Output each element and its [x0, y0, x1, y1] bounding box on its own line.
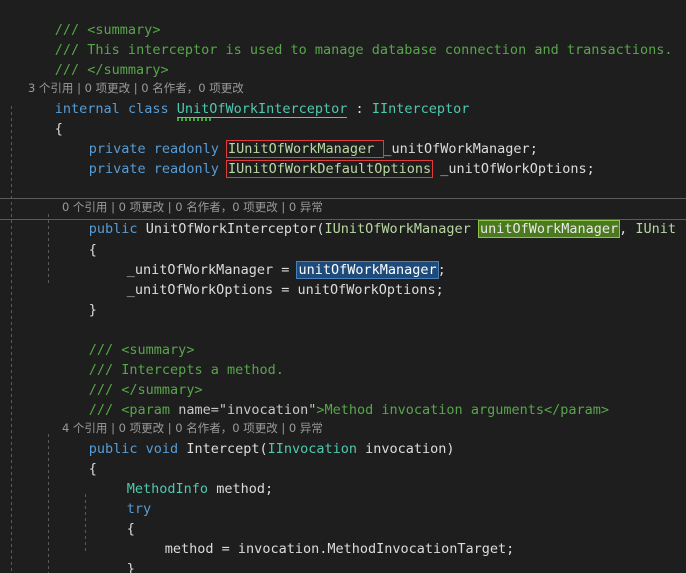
- code-line-intercept-open-brace[interactable]: {: [0, 439, 686, 477]
- code-line-intercept-summary-open[interactable]: /// <summary>: [0, 320, 686, 358]
- code-line-blank-2[interactable]: [0, 300, 686, 320]
- code-line-summary-open[interactable]: /// <summary>: [0, 0, 686, 38]
- code-line-intercept-signature[interactable]: public void Intercept(IInvocation invoca…: [0, 419, 686, 457]
- code-line-blank-1[interactable]: [0, 159, 686, 179]
- code-line-class-open-brace[interactable]: {: [0, 99, 686, 137]
- code-line-try[interactable]: try: [0, 479, 686, 517]
- code-line-assign-manager[interactable]: _unitOfWorkManager = unitOfWorkManager;: [0, 240, 686, 279]
- code-line-ctor-open-brace[interactable]: {: [0, 220, 686, 258]
- code-line-methodinfo-declaration[interactable]: MethodInfo method;: [0, 459, 686, 497]
- code-line-catch[interactable]: catch: [0, 559, 686, 573]
- codelens-constructor[interactable]: 0 个引用 | 0 项更改 | 0 名作者，0 项更改 | 0 异常: [0, 179, 686, 214]
- code-line-field-unitofworkmanager[interactable]: private readonly IUnitOfWorkManager _uni…: [0, 119, 686, 158]
- code-line-intercept-param-doc[interactable]: /// <param name="invocation">Method invo…: [0, 380, 686, 418]
- code-line-intercept-summary-text[interactable]: /// Intercepts a method.: [0, 340, 686, 378]
- code-line-ctor-close-brace[interactable]: }: [0, 280, 686, 318]
- code-line-intercept-summary-close[interactable]: /// </summary>: [0, 360, 686, 398]
- code-editor-viewport[interactable]: /// <summary> /// This interceptor is us…: [0, 0, 686, 573]
- code-line-assign-options[interactable]: _unitOfWorkOptions = unitOfWorkOptions;: [0, 260, 686, 298]
- code-lines[interactable]: /// <summary> /// This interceptor is us…: [0, 0, 686, 573]
- code-line-summary-text[interactable]: /// This interceptor is used to manage d…: [0, 20, 686, 58]
- code-line-class-declaration[interactable]: internal class UnitOfWorkInterceptor : I…: [0, 79, 686, 121]
- code-line-try-open-brace[interactable]: {: [0, 499, 686, 537]
- code-line-try-close-brace[interactable]: }: [0, 539, 686, 573]
- code-line-method-assignment[interactable]: method = invocation.MethodInvocationTarg…: [0, 519, 686, 557]
- code-line-field-unitofworkoptions[interactable]: private readonly IUnitOfWorkDefaultOptio…: [0, 139, 686, 178]
- codelens-class[interactable]: 3 个引用 | 0 项更改 | 0 名作者，0 项更改: [0, 60, 686, 95]
- code-line-summary-close[interactable]: /// </summary>: [0, 40, 686, 78]
- codelens-intercept[interactable]: 4 个引用 | 0 项更改 | 0 名作者，0 项更改 | 0 异常: [0, 400, 686, 435]
- code-line-constructor-signature[interactable]: public UnitOfWorkInterceptor(IUnitOfWork…: [0, 198, 686, 238]
